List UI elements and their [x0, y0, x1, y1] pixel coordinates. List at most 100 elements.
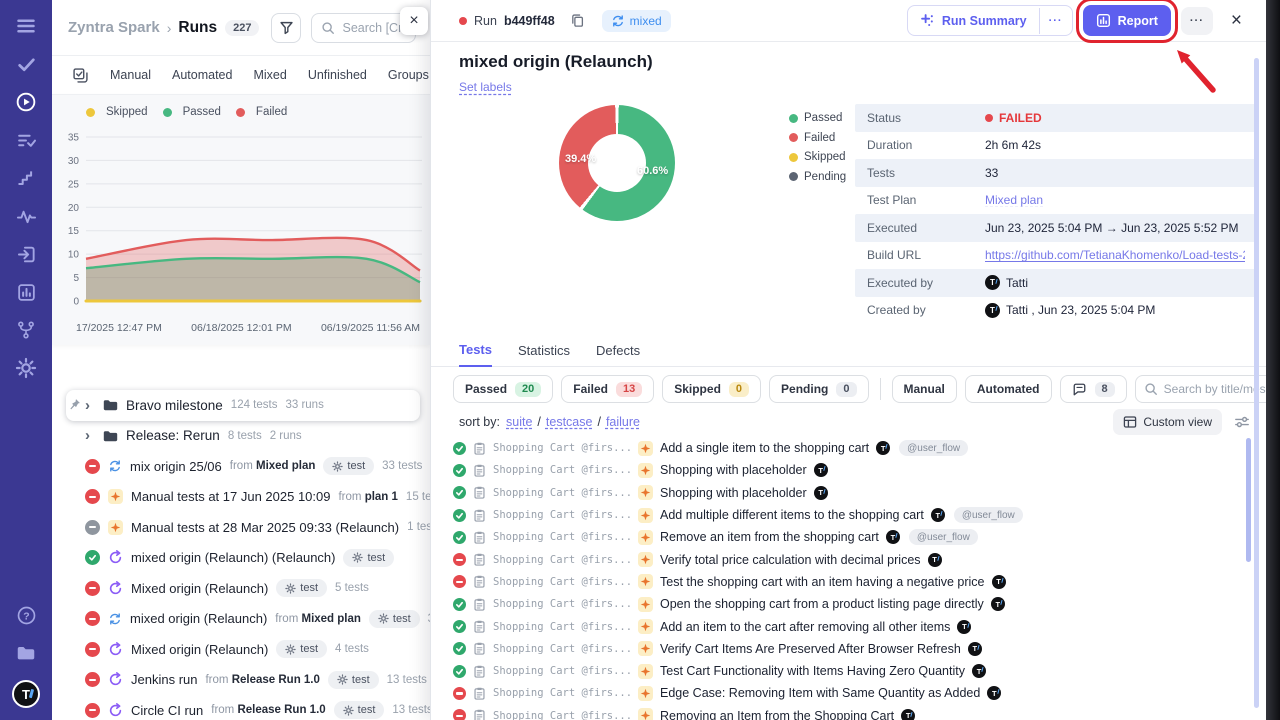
chevron-right-icon[interactable]: › — [85, 428, 94, 443]
sidebar-branch-icon[interactable] — [15, 319, 37, 341]
run-meta: 4 tests — [335, 643, 369, 655]
test-row[interactable]: Shopping Cart @firs...Verify total price… — [453, 548, 1236, 570]
sidebar-runs-icon[interactable] — [15, 91, 37, 113]
breadcrumb-section: Runs — [178, 19, 217, 37]
runs-tab-automated[interactable]: Automated — [172, 68, 232, 82]
filter-failed-button[interactable]: Failed13 — [561, 375, 654, 403]
tests-search-input[interactable]: Search by title/message — [1135, 375, 1266, 403]
sync-run-icon — [108, 459, 122, 473]
filter-skipped-button[interactable]: Skipped0 — [662, 375, 761, 403]
run-item[interactable]: mix origin 25/06from Mixed plantest33 te… — [66, 451, 420, 482]
test-row[interactable]: Shopping Cart @firs...Shopping with plac… — [453, 482, 1236, 504]
donut-legend-item: Failed — [789, 132, 846, 144]
status-failed-icon — [85, 459, 100, 474]
test-plan-link[interactable]: Mixed plan — [985, 193, 1043, 207]
annotation-arrow — [1169, 44, 1221, 96]
filter-button[interactable] — [271, 13, 301, 43]
test-row[interactable]: Shopping Cart @firs...Test Cart Function… — [453, 660, 1236, 682]
sort-by-failure-link[interactable]: failure — [606, 415, 640, 429]
run-item[interactable]: Circle CI runfrom Release Run 1.0test13 … — [66, 695, 420, 720]
set-labels-link[interactable]: Set labels — [459, 80, 512, 94]
milestone-folder-item[interactable]: ›Release: Rerun8 tests2 runs — [66, 421, 420, 452]
test-row[interactable]: Shopping Cart @firs...Open the shopping … — [453, 593, 1236, 615]
test-row[interactable]: Shopping Cart @firs...Verify Cart Items … — [453, 638, 1236, 660]
status-failed-icon — [85, 672, 100, 687]
mixed-run-icon — [108, 642, 123, 657]
sliders-icon[interactable] — [1234, 414, 1250, 430]
filter-manual-button[interactable]: Manual — [892, 375, 957, 403]
run-summary-button[interactable]: Run Summary — [908, 6, 1039, 35]
filter-passed-button[interactable]: Passed20 — [453, 375, 553, 403]
sort-row: sort by: suite/testcase/failure Custom v… — [459, 409, 1250, 435]
close-detail-button[interactable]: × — [1231, 10, 1242, 32]
detail-label: Duration — [867, 138, 985, 152]
clipboard-icon — [473, 642, 486, 655]
runs-tab-mixed[interactable]: Mixed — [253, 68, 286, 82]
tab-tests[interactable]: Tests — [459, 342, 492, 367]
sidebar-analytics-icon[interactable] — [15, 281, 37, 303]
chevron-right-icon[interactable]: › — [85, 398, 94, 413]
sort-by-testcase-link[interactable]: testcase — [546, 415, 593, 429]
run-item[interactable]: mixed origin (Relaunch) (Relaunch)test — [66, 543, 420, 574]
assignee-avatar: T — [957, 620, 971, 634]
sidebar-help-icon[interactable]: ? — [15, 604, 37, 626]
runs-history-chart: 05101520253035 — [56, 123, 426, 319]
test-row[interactable]: Shopping Cart @firs...Removing an Item f… — [453, 705, 1236, 720]
panel-close-button[interactable]: × — [400, 7, 428, 35]
status-passed-icon — [453, 598, 466, 611]
mixed-badge[interactable]: mixed — [602, 10, 671, 32]
panel-scrollbar[interactable] — [1254, 58, 1259, 708]
status-failed-icon — [453, 553, 466, 566]
run-item-title: Release: Rerun — [126, 428, 220, 443]
run-item[interactable]: mixed origin (Relaunch)from Mixed plante… — [66, 604, 420, 635]
run-status-dot — [459, 17, 467, 25]
filter-automated-button[interactable]: Automated — [965, 375, 1052, 403]
select-all-icon[interactable] — [72, 67, 89, 84]
tests-scrollbar[interactable] — [1246, 438, 1251, 562]
mixed-badge-label: mixed — [630, 14, 662, 28]
test-row[interactable]: Shopping Cart @firs...Remove an item fro… — [453, 526, 1236, 548]
run-item[interactable]: Jenkins runfrom Release Run 1.0test13 te… — [66, 665, 420, 696]
breadcrumb-project[interactable]: Zyntra Spark — [68, 19, 160, 36]
test-row[interactable]: Shopping Cart @firs...Edge Case: Removin… — [453, 682, 1236, 704]
custom-view-button[interactable]: Custom view — [1113, 409, 1222, 435]
sidebar-pulse-icon[interactable] — [15, 205, 37, 227]
sidebar-projects-icon[interactable] — [15, 642, 37, 664]
comments-filter-button[interactable]: 8 — [1060, 375, 1127, 403]
test-row[interactable]: Shopping Cart @firs...Shopping with plac… — [453, 459, 1236, 481]
sort-links: suite/testcase/failure — [506, 415, 640, 429]
runs-count-badge: 227 — [225, 20, 259, 36]
filter-pending-button[interactable]: Pending0 — [769, 375, 868, 403]
gear-icon — [378, 613, 389, 624]
run-item[interactable]: Mixed origin (Relaunch)test5 tests — [66, 573, 420, 604]
report-button[interactable]: Report — [1083, 5, 1171, 36]
manual-test-icon — [638, 552, 653, 567]
runs-tab-manual[interactable]: Manual — [110, 68, 151, 82]
run-item[interactable]: Mixed origin (Relaunch)test4 tests — [66, 634, 420, 665]
sync-run-icon — [108, 612, 122, 626]
run-summary-menu-button[interactable]: ··· — [1039, 8, 1072, 34]
test-row[interactable]: Shopping Cart @firs...Test the shopping … — [453, 571, 1236, 593]
copy-icon[interactable] — [570, 13, 585, 28]
runs-tab-groups[interactable]: Groups — [388, 68, 429, 82]
sidebar-settings-icon[interactable] — [15, 357, 37, 379]
milestone-folder-item[interactable]: ›Bravo milestone124 tests33 runs — [66, 390, 420, 421]
run-item[interactable]: Manual tests at 28 Mar 2025 09:33 (Relau… — [66, 512, 420, 543]
clipboard-icon — [473, 464, 486, 477]
tab-statistics[interactable]: Statistics — [518, 343, 570, 366]
sidebar-menu-icon[interactable] — [15, 15, 37, 37]
sidebar-tests-icon[interactable] — [15, 53, 37, 75]
build-url-link[interactable]: https://github.com/TetianaKhomenko/Load-… — [985, 248, 1245, 262]
run-item[interactable]: Manual tests at 17 Jun 2025 10:09from pl… — [66, 482, 420, 513]
test-row[interactable]: Shopping Cart @firs...Add multiple diffe… — [453, 504, 1236, 526]
runs-tab-unfinished[interactable]: Unfinished — [308, 68, 367, 82]
sort-by-suite-link[interactable]: suite — [506, 415, 532, 429]
more-options-button[interactable]: ··· — [1181, 7, 1213, 35]
test-row[interactable]: Shopping Cart @firs...Add a single item … — [453, 437, 1236, 459]
test-row[interactable]: Shopping Cart @firs...Add an item to the… — [453, 615, 1236, 637]
tab-defects[interactable]: Defects — [596, 343, 640, 366]
sidebar-plans-icon[interactable] — [15, 129, 37, 151]
sidebar-import-icon[interactable] — [15, 243, 37, 265]
test-filters-row: Passed20 Failed13 Skipped0 Pending0 Manual Au… — [453, 375, 1256, 403]
sidebar-steps-icon[interactable] — [15, 167, 37, 189]
